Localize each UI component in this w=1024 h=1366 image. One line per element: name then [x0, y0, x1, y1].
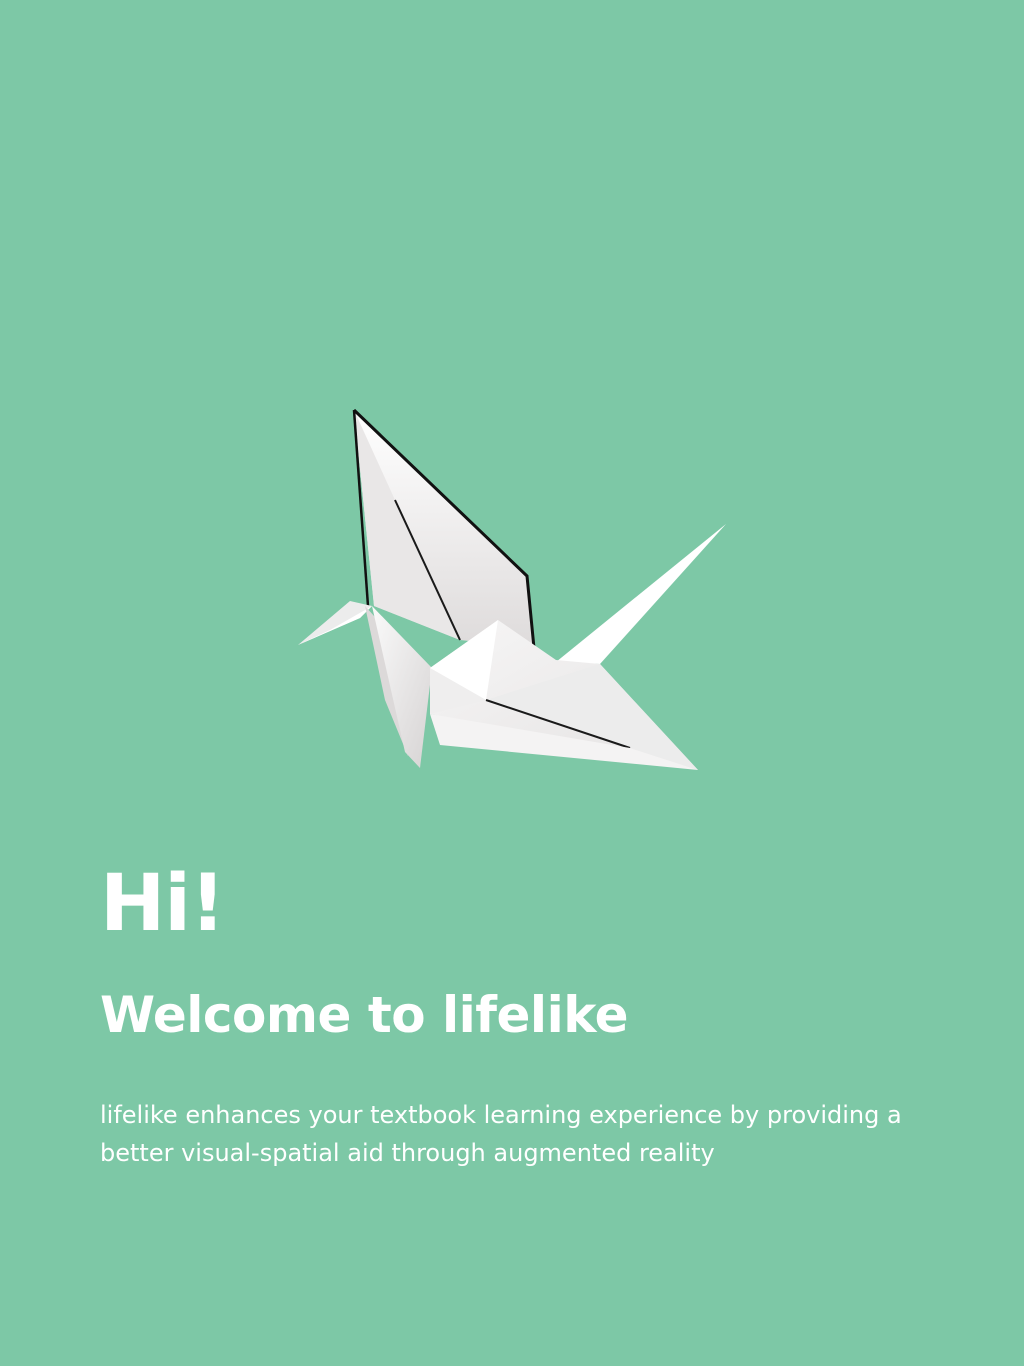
greeting-title: Hi!: [100, 859, 226, 949]
app-description: lifelike enhances your textbook learning…: [100, 1101, 902, 1167]
origami-crane-icon: [298, 408, 726, 770]
onboarding-screen: Hi! Welcome to lifelike lifelike enhance…: [0, 0, 1024, 1366]
welcome-heading: Welcome to lifelike: [100, 986, 629, 1044]
